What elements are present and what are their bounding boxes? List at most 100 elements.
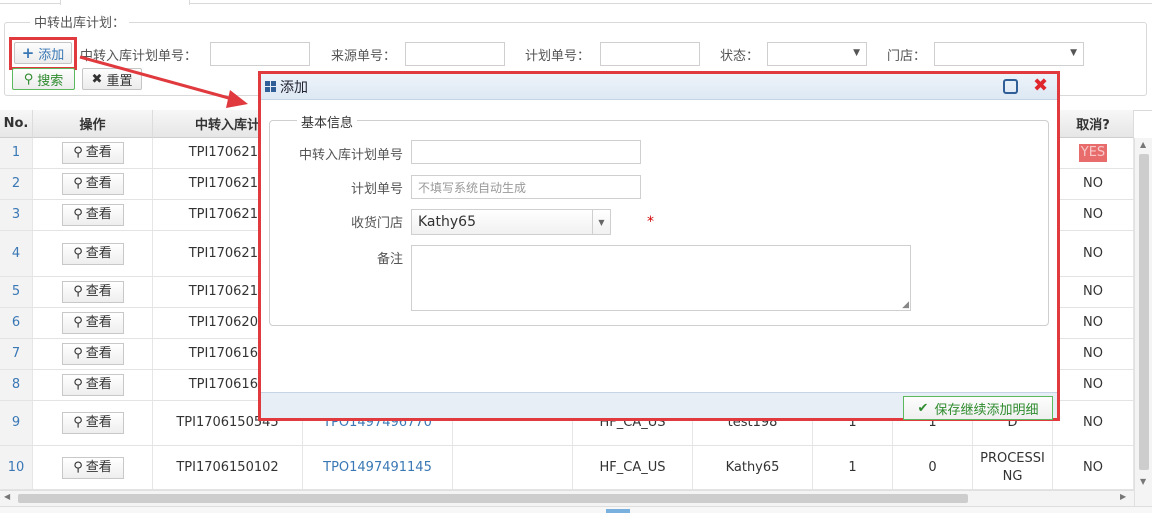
view-button-label: 查看 bbox=[85, 459, 112, 475]
cell-cancel: NO bbox=[1053, 401, 1134, 445]
cell-text: TPI1706200 bbox=[188, 315, 267, 330]
cell-cancel: NO bbox=[1053, 231, 1134, 276]
horizontal-scrollbar[interactable]: ◀ ▶ bbox=[0, 490, 1134, 506]
cell-cancel: NO bbox=[1053, 277, 1134, 307]
cell-no: 1 bbox=[0, 138, 33, 168]
view-button-label: 查看 bbox=[85, 207, 112, 222]
plan-no-placeholder: 不填写系统自动生成 bbox=[418, 180, 527, 195]
cell-text: YES bbox=[1078, 144, 1108, 162]
dialog-titlebar[interactable]: 添加 ✖ bbox=[261, 74, 1057, 100]
search-button[interactable]: ⚲ 搜索 bbox=[12, 68, 75, 90]
cell-text: PROCESSI NG bbox=[980, 450, 1045, 484]
view-button[interactable]: ⚲ 查看 bbox=[61, 456, 124, 479]
cell-source[interactable]: TPO1497491145 bbox=[303, 446, 453, 489]
cell-warehouse: HF_CA_US bbox=[573, 446, 693, 489]
cell-id: TPI1706150102 bbox=[153, 446, 303, 489]
cell-no: 2 bbox=[0, 169, 33, 199]
view-button[interactable]: ⚲ 查看 bbox=[61, 343, 124, 365]
cell-cancel: NO bbox=[1053, 339, 1134, 369]
cell-text: 9 bbox=[11, 415, 21, 430]
cell-text: TPI1706210 bbox=[188, 284, 267, 299]
scroll-down-icon[interactable]: ▼ bbox=[1140, 477, 1146, 486]
cell-text: TPI1706210 bbox=[188, 207, 267, 222]
view-button-label: 查看 bbox=[85, 415, 112, 430]
annotation-arrow bbox=[79, 55, 248, 108]
cell-text: NO bbox=[1083, 284, 1103, 299]
search-button-label: 搜索 bbox=[37, 73, 64, 89]
cell-cancel: NO bbox=[1053, 308, 1134, 338]
inbound-no-field[interactable] bbox=[411, 140, 641, 164]
search-icon: ⚲ bbox=[73, 284, 83, 299]
scroll-right-icon[interactable]: ▶ bbox=[1120, 492, 1126, 501]
scroll-left-icon[interactable]: ◀ bbox=[4, 492, 10, 501]
receiving-store-label: 收货门店 bbox=[350, 216, 403, 231]
view-button[interactable]: ⚲ 查看 bbox=[61, 242, 124, 265]
status-select[interactable]: ▼ bbox=[767, 42, 867, 66]
plan-no-field[interactable]: 不填写系统自动生成 bbox=[411, 175, 641, 199]
save-continue-label: 保存继续添加明细 bbox=[934, 402, 1039, 418]
view-button[interactable]: ⚲ 查看 bbox=[61, 204, 124, 226]
cell-text: 7 bbox=[11, 346, 21, 361]
search-panel-legend: 中转出库计划： bbox=[30, 12, 130, 31]
view-button[interactable]: ⚲ 查看 bbox=[61, 374, 124, 396]
store-select[interactable]: ▼ bbox=[934, 42, 1084, 66]
cell-text: 10 bbox=[7, 459, 25, 475]
receiving-store-select[interactable]: Kathy65 ▼ bbox=[411, 209, 611, 235]
cell-op: ⚲ 查看 bbox=[33, 231, 153, 276]
cell-op: ⚲ 查看 bbox=[33, 308, 153, 338]
cell-cancel: NO bbox=[1053, 200, 1134, 230]
view-button-label: 查看 bbox=[85, 145, 112, 160]
view-button[interactable]: ⚲ 查看 bbox=[61, 312, 124, 334]
store-label: 门店： bbox=[887, 49, 927, 64]
required-marker: * bbox=[647, 214, 654, 230]
source-no-input[interactable] bbox=[405, 42, 505, 66]
maximize-icon[interactable] bbox=[1003, 79, 1018, 94]
status-label: 状态： bbox=[720, 49, 760, 64]
cell-no: 9 bbox=[0, 401, 33, 445]
plan-no-input[interactable] bbox=[600, 42, 700, 66]
dialog-footer: ✔ 保存继续添加明细 bbox=[261, 392, 1057, 420]
basic-info-legend: 基本信息 bbox=[297, 112, 358, 131]
search-icon: ⚲ bbox=[73, 315, 83, 330]
annotation-highlight-add bbox=[9, 37, 77, 70]
source-no-label: 来源单号： bbox=[331, 49, 397, 64]
view-button-label: 查看 bbox=[85, 176, 112, 191]
table-row[interactable]: 10 ⚲ 查看 TPI1706150102 TPO1497491145 HF_CA_US K… bbox=[0, 446, 1134, 490]
scroll-up-icon[interactable]: ▲ bbox=[1140, 140, 1146, 149]
cell-text: 0 bbox=[928, 459, 937, 475]
search-icon: ⚲ bbox=[23, 71, 34, 87]
view-button[interactable]: ⚲ 查看 bbox=[61, 142, 124, 164]
view-button[interactable]: ⚲ 查看 bbox=[61, 173, 124, 195]
close-icon[interactable]: ✖ bbox=[1033, 75, 1048, 97]
cell-text: NO bbox=[1083, 415, 1103, 430]
add-dialog: 添加 ✖ 基本信息 中转入库计划单号 计划单号 不填写系统自动生成 收货门店 K… bbox=[258, 71, 1060, 421]
view-button[interactable]: ⚲ 查看 bbox=[61, 281, 124, 303]
horizontal-scroll-thumb[interactable] bbox=[18, 494, 968, 503]
cell-text: 1 bbox=[11, 145, 21, 160]
cell-text: NO bbox=[1083, 459, 1103, 475]
header-cancel[interactable]: 取消? bbox=[1053, 110, 1134, 138]
view-button-label: 查看 bbox=[85, 377, 112, 392]
cell-text: 3 bbox=[11, 207, 21, 222]
resize-handle-icon[interactable]: ◢ bbox=[902, 300, 909, 310]
search-icon: ⚲ bbox=[73, 245, 83, 261]
cell-text: NO bbox=[1083, 176, 1103, 191]
dialog-title: 添加 bbox=[280, 79, 308, 96]
remark-textarea[interactable]: ◢ bbox=[411, 245, 911, 311]
vertical-scrollbar[interactable]: ▲ ▼ bbox=[1134, 138, 1152, 506]
view-button-label: 查看 bbox=[85, 284, 112, 299]
cell-op: ⚲ 查看 bbox=[33, 277, 153, 307]
cell-text: 2 bbox=[11, 176, 21, 191]
receiving-store-value: Kathy65 bbox=[418, 214, 476, 230]
cell-text: NO bbox=[1083, 207, 1103, 222]
active-tab[interactable] bbox=[60, 0, 190, 5]
cell-text: 1 bbox=[848, 459, 857, 475]
view-button[interactable]: ⚲ 查看 bbox=[61, 412, 124, 434]
cell-q1: 1 bbox=[813, 446, 893, 489]
vertical-scroll-thumb[interactable] bbox=[1139, 154, 1149, 470]
save-continue-button[interactable]: ✔ 保存继续添加明细 bbox=[903, 396, 1053, 420]
view-button-label: 查看 bbox=[85, 245, 112, 261]
grid-icon bbox=[265, 81, 276, 92]
cell-text: NO bbox=[1083, 315, 1103, 330]
search-icon: ⚲ bbox=[73, 145, 83, 160]
